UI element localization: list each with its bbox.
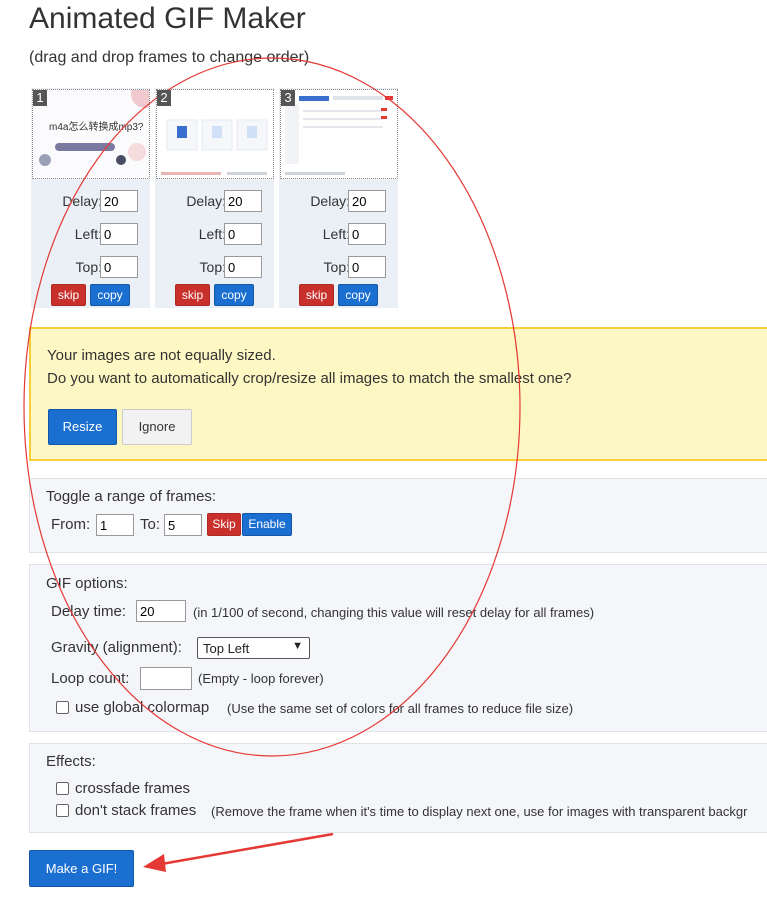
ignore-button[interactable]: Ignore [122,409,192,445]
frame-2-delay-input[interactable] [224,190,262,212]
loop-count-label: Loop count: [51,670,130,687]
frame-3-top-input[interactable] [348,256,386,278]
frame-card-1[interactable]: 1 m4a怎么转换成mp3? Delay: Left: Top: skip co… [31,88,150,308]
gravity-select[interactable]: Top Left ▼ [197,637,310,659]
global-colormap-label: use global colormap [75,699,210,716]
frame-3-delay-input[interactable] [348,190,386,212]
range-skip-button[interactable]: Skip [207,513,241,536]
delay-time-label: Delay time: [51,603,127,620]
thumbnail-text: m4a怎么转换成mp3? [49,122,144,133]
to-label: To: [140,516,161,533]
page-subtitle: (drag and drop frames to change order) [29,49,310,66]
top-label: Top: [199,259,226,275]
gravity-selected-value: Top Left [203,641,250,656]
effects-panel: Effects: crossfade frames don't stack fr… [29,743,767,833]
left-label: Left: [74,226,102,242]
frame-2-top-input[interactable] [224,256,262,278]
from-input[interactable] [96,514,134,536]
warning-line-2: Do you want to automatically crop/resize… [47,370,572,387]
frame-number: 2 [157,90,171,106]
delay-label: Delay: [186,193,226,209]
delay-label: Delay: [62,193,102,209]
crossfade-label: crossfade frames [75,780,191,797]
effects-title: Effects: [46,753,96,770]
from-label: From: [51,516,91,533]
frame-number: 1 [33,90,47,106]
frame-2-skip-button[interactable]: skip [175,284,210,306]
top-label: Top: [323,259,350,275]
crossfade-checkbox[interactable] [56,782,69,795]
frame-2-left-input[interactable] [224,223,262,245]
delay-label: Delay: [310,193,350,209]
gravity-label: Gravity (alignment): [51,639,182,656]
frame-1-skip-button[interactable]: skip [51,284,86,306]
gif-options-panel: GIF options: Delay time: (in 1/100 of se… [29,564,767,732]
frame-3-skip-button[interactable]: skip [299,284,334,306]
thumbnail-image [33,90,149,178]
frame-number: 3 [281,90,295,106]
gif-options-title: GIF options: [46,575,128,592]
dont-stack-label: don't stack frames [75,802,197,819]
page-title: Animated GIF Maker [29,2,306,35]
annotation-arrowhead-icon [143,854,166,872]
frame-thumbnail-3[interactable]: 3 [280,89,398,179]
frame-1-top-input[interactable] [100,256,138,278]
warning-line-1: Your images are not equally sized. [47,347,276,364]
size-warning-box: Your images are not equally sized. Do yo… [29,327,767,461]
frame-1-delay-input[interactable] [100,190,138,212]
global-colormap-hint: (Use the same set of colors for all fram… [227,701,574,716]
toggle-range-title: Toggle a range of frames: [46,488,217,505]
left-label: Left: [198,226,226,242]
range-enable-button[interactable]: Enable [242,513,292,536]
dont-stack-checkbox[interactable] [56,804,69,817]
loop-count-hint: (Empty - loop forever) [198,671,324,686]
frame-card-3[interactable]: 3 Delay: Left: Top: skip copy [279,88,398,308]
frame-thumbnail-2[interactable]: 2 [156,89,274,179]
frame-1-copy-button[interactable]: copy [90,284,130,306]
global-colormap-checkbox[interactable] [56,701,69,714]
loop-count-input[interactable] [140,667,192,690]
annotation-arrow-line [149,832,334,868]
delay-time-input[interactable] [136,600,186,622]
toggle-range-panel: Toggle a range of frames: From: To: Skip… [29,478,767,553]
top-label: Top: [75,259,102,275]
make-gif-button[interactable]: Make a GIF! [29,850,134,887]
delay-time-hint: (in 1/100 of second, changing this value… [193,605,595,620]
frame-1-left-input[interactable] [100,223,138,245]
to-input[interactable] [164,514,202,536]
frame-card-2[interactable]: 2 Delay: Left: Top: skip copy [155,88,274,308]
thumbnail-image [157,90,273,178]
frame-3-copy-button[interactable]: copy [338,284,378,306]
resize-button[interactable]: Resize [48,409,117,445]
frame-3-left-input[interactable] [348,223,386,245]
frame-thumbnail-1[interactable]: 1 m4a怎么转换成mp3? [32,89,150,179]
left-label: Left: [322,226,350,242]
dont-stack-hint: (Remove the frame when it's time to disp… [211,804,748,819]
thumbnail-image [281,90,397,178]
chevron-down-icon: ▼ [292,640,303,652]
frame-2-copy-button[interactable]: copy [214,284,254,306]
